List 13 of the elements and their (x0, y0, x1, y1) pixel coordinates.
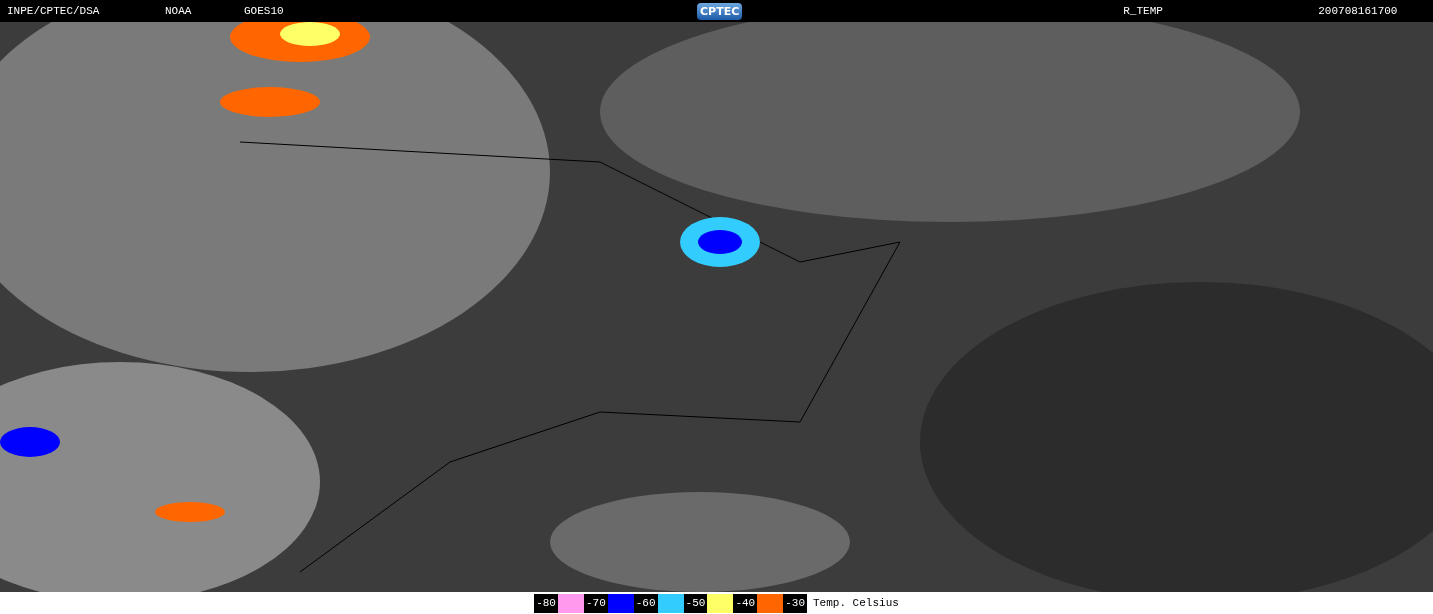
legend-label: -50 (683, 593, 708, 613)
timestamp: 200708161700 (1318, 5, 1399, 17)
header-text: INPE/CPTEC/DSA (7, 5, 101, 17)
legend-label: -70 (583, 593, 608, 613)
legend-label: -40 (733, 593, 758, 613)
legend-caption: Temp. Celsius (813, 597, 899, 609)
legend-label: -80 (534, 593, 558, 613)
header-text: GOES10 (244, 5, 285, 17)
header-text: NOAA (165, 5, 193, 17)
legend-label: -30 (783, 593, 807, 613)
legend-label: -60 (633, 593, 658, 613)
product-name: R_TEMP (1123, 5, 1164, 17)
logo: CPTEC (697, 2, 743, 20)
